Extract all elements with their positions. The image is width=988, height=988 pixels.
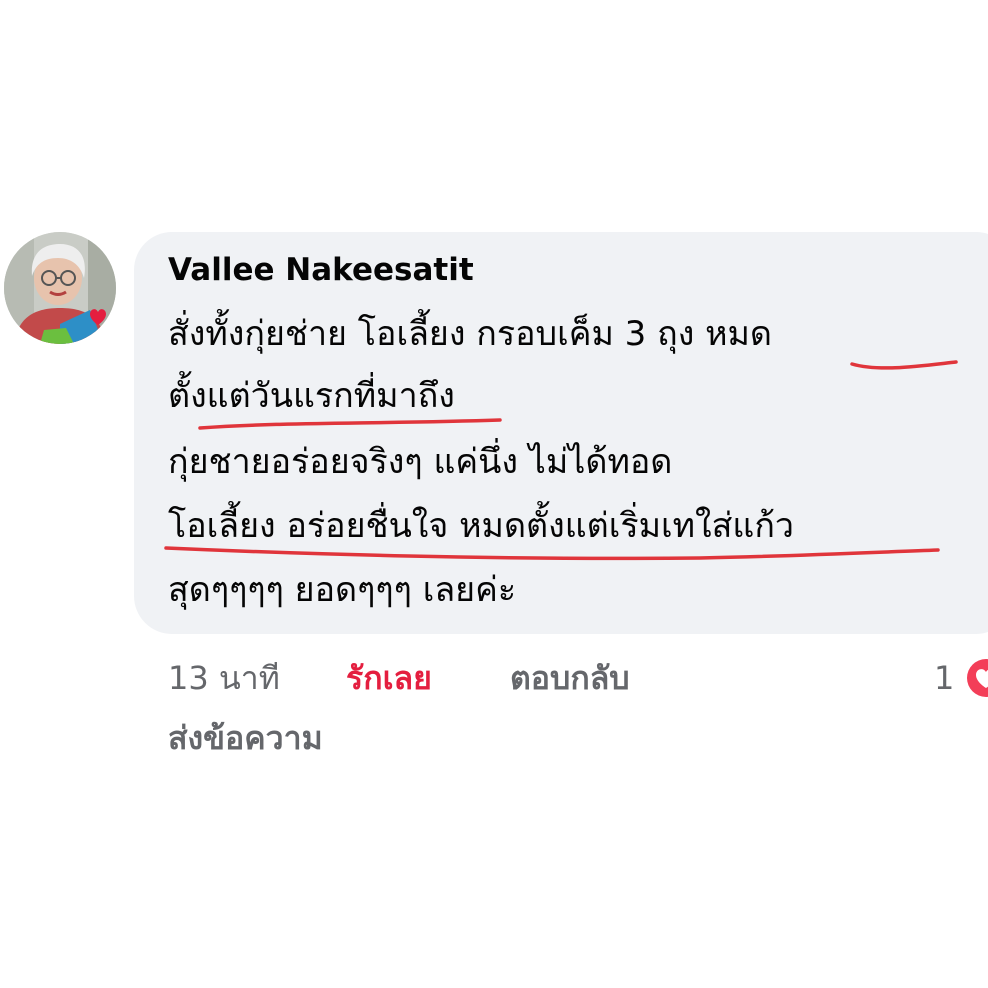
avatar[interactable] bbox=[4, 232, 116, 344]
like-button[interactable]: รักเลย bbox=[346, 656, 432, 700]
comment-line: โอเลี้ยง อร่อยชื่นใจ หมดตั้งแต่เริ่มเทใส… bbox=[168, 506, 794, 546]
comment-line: สั่งทั้งกุ่ยช่าย โอเลี้ยง กรอบเค็ม 3 ถุง… bbox=[168, 314, 773, 354]
comment-screen: Vallee Nakeesatit สั่งทั้งกุ่ยช่าย โอเลี… bbox=[0, 0, 988, 988]
comment-timestamp[interactable]: 13 นาที bbox=[168, 656, 280, 700]
send-message-button[interactable]: ส่งข้อความ bbox=[168, 716, 323, 760]
reaction-count[interactable]: 1 bbox=[934, 656, 954, 700]
reply-button[interactable]: ตอบกลับ bbox=[510, 656, 630, 700]
comment-author[interactable]: Vallee Nakeesatit bbox=[168, 252, 474, 288]
comment-line: กุ่ยชายอร่อยจริงๆ แค่นึ่ง ไม่ได้ทอด bbox=[168, 442, 673, 482]
profile-photo-icon bbox=[4, 232, 116, 344]
comment-line: สุดๆๆๆๆ ยอดๆๆๆ เลยค่ะ bbox=[168, 570, 517, 610]
love-reaction-icon[interactable] bbox=[962, 654, 988, 702]
comment-line: ตั้งแต่วันแรกที่มาถึง bbox=[168, 376, 455, 416]
